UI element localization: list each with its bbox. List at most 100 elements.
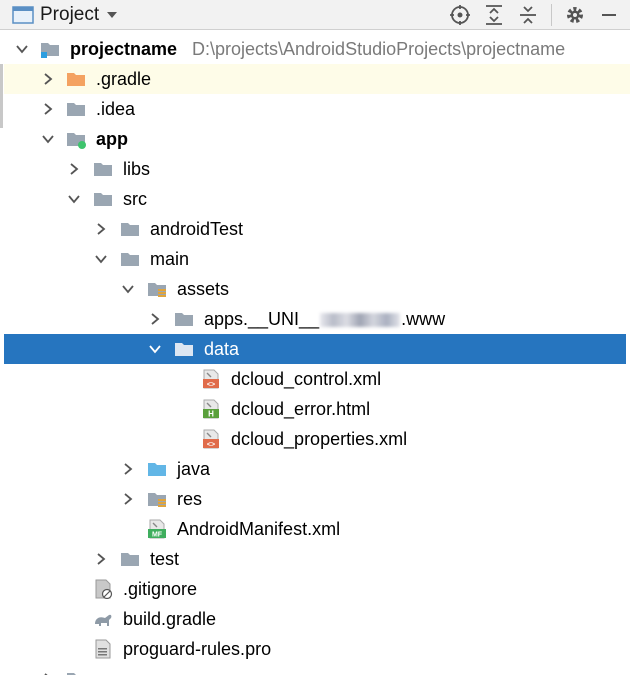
gear-icon <box>567 7 583 23</box>
tree-node-libs[interactable]: libs <box>4 154 630 184</box>
tree-label: .idea <box>96 99 136 119</box>
chevron-down-icon[interactable] <box>14 41 30 57</box>
tree-node-dcloud-control[interactable]: dcloud_control.xml <box>4 364 630 394</box>
project-tree: projectname D:\projects\AndroidStudioPro… <box>0 30 630 675</box>
tree-label: data <box>204 339 240 359</box>
html-file-icon <box>201 399 221 419</box>
chevron-down-icon[interactable] <box>105 8 119 22</box>
tree-node-dcloud-properties[interactable]: dcloud_properties.xml <box>4 424 630 454</box>
chevron-right-icon[interactable] <box>120 461 136 477</box>
blurred-app-id <box>320 313 401 328</box>
chevron-right-icon[interactable] <box>40 101 56 117</box>
minimize-icon <box>602 14 616 16</box>
tree-node-dcloud-error[interactable]: dcloud_error.html <box>4 394 630 424</box>
tree-node-java[interactable]: java <box>4 454 630 484</box>
tree-label: libs <box>123 159 151 179</box>
tree-label: build.gradle <box>123 609 217 629</box>
expand-all-icon <box>486 5 502 25</box>
project-path: D:\projects\AndroidStudioProjects\projec… <box>192 39 566 59</box>
tree-node-proguard[interactable]: proguard-rules.pro <box>4 634 630 664</box>
folder-icon <box>120 549 140 569</box>
chevron-down-icon[interactable] <box>93 251 109 267</box>
tree-node-app[interactable]: app <box>4 124 630 154</box>
chevron-down-icon[interactable] <box>40 131 56 147</box>
toolbar-actions <box>445 0 624 30</box>
scrollbar-edge[interactable] <box>0 64 3 128</box>
collapse-all-button[interactable] <box>513 0 543 30</box>
tree-node-test[interactable]: test <box>4 544 630 574</box>
chevron-down-icon[interactable] <box>66 191 82 207</box>
tree-label: java <box>177 459 211 479</box>
tree-node-gradle[interactable]: .gradle <box>4 64 630 94</box>
tree-label: main <box>150 249 190 269</box>
folder-icon <box>120 219 140 239</box>
tree-node-res[interactable]: res <box>4 484 630 514</box>
source-folder-icon <box>147 459 167 479</box>
folder-icon <box>174 309 194 329</box>
tree-label: proguard-rules.pro <box>123 639 272 659</box>
tree-label: AndroidManifest.xml <box>177 519 341 539</box>
panel-title: Project <box>40 4 100 25</box>
ignored-file-icon <box>93 579 113 599</box>
chevron-right-icon[interactable] <box>147 311 163 327</box>
tree-label: androidTest <box>150 219 244 239</box>
module-folder-icon <box>40 39 60 59</box>
xml-file-icon <box>201 429 221 449</box>
chevron-down-icon[interactable] <box>147 341 163 357</box>
tree-node-androidtest[interactable]: androidTest <box>4 214 630 244</box>
tree-label: apps.__UNI__ .www <box>204 304 445 334</box>
tree-label: assets <box>177 279 230 299</box>
folder-icon <box>66 99 86 119</box>
folder-icon <box>66 669 86 675</box>
tree-label: .gradle <box>96 69 152 89</box>
chevron-down-icon[interactable] <box>120 281 136 297</box>
manifest-file-icon <box>147 519 167 539</box>
gradle-elephant-icon <box>93 609 113 629</box>
resource-folder-icon <box>147 489 167 509</box>
tree-node-manifest[interactable]: AndroidManifest.xml <box>4 514 630 544</box>
toolbar-separator <box>551 4 552 26</box>
tree-node-main[interactable]: main <box>4 244 630 274</box>
tree-node-apps-www[interactable]: apps.__UNI__ .www <box>4 304 630 334</box>
resource-folder-icon <box>147 279 167 299</box>
chevron-right-icon[interactable] <box>120 491 136 507</box>
tree-node-src[interactable]: src <box>4 184 630 214</box>
tree-node-projectname[interactable]: projectname D:\projects\AndroidStudioPro… <box>4 34 630 64</box>
project-window-icon <box>12 6 34 24</box>
apps-prefix: apps.__UNI__ <box>204 309 320 329</box>
tree-node-gitignore[interactable]: .gitignore <box>4 574 630 604</box>
xml-file-icon <box>201 369 221 389</box>
tree-label: res <box>177 489 203 509</box>
collapse-all-icon <box>520 6 536 24</box>
tree-node-build-gradle[interactable]: build.gradle <box>4 604 630 634</box>
crosshair-icon <box>450 5 470 25</box>
tree-label: .gitignore <box>123 579 198 599</box>
tree-node-assets[interactable]: assets <box>4 274 630 304</box>
tree-node-partial[interactable] <box>4 664 630 675</box>
tree-label: app <box>96 129 129 149</box>
tree-label: dcloud_properties.xml <box>231 429 408 449</box>
tree-label: projectname <box>70 39 178 59</box>
chevron-right-icon[interactable] <box>40 671 56 675</box>
tree-node-data[interactable]: data <box>4 334 626 364</box>
folder-icon <box>120 249 140 269</box>
chevron-right-icon[interactable] <box>93 221 109 237</box>
expand-all-button[interactable] <box>479 0 509 30</box>
tree-label: dcloud_control.xml <box>231 369 382 389</box>
tree-label: src <box>123 189 147 209</box>
locate-button[interactable] <box>445 0 475 30</box>
project-view-selector[interactable]: Project <box>12 0 119 30</box>
folder-icon <box>174 339 194 359</box>
minimize-button[interactable] <box>594 0 624 30</box>
text-file-icon <box>93 639 113 659</box>
folder-icon <box>93 189 113 209</box>
tree-node-idea[interactable]: .idea <box>4 94 630 124</box>
settings-button[interactable] <box>560 0 590 30</box>
chevron-right-icon[interactable] <box>66 161 82 177</box>
project-toolbar: Project <box>0 0 630 30</box>
chevron-right-icon[interactable] <box>93 551 109 567</box>
apps-suffix: .www <box>401 309 446 329</box>
folder-icon <box>93 159 113 179</box>
app-module-icon <box>66 129 86 149</box>
chevron-right-icon[interactable] <box>40 71 56 87</box>
